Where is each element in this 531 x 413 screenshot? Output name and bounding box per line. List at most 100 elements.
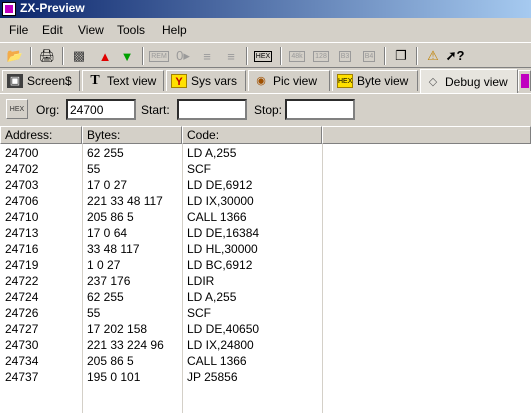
cell-code: SCF (187, 162, 211, 176)
table-row[interactable]: 24737 195 0 101 JP 25856 (0, 369, 531, 385)
stop-label: Stop: (254, 103, 283, 117)
cell-code: LD HL,30000 (187, 242, 258, 256)
table-row[interactable]: 24730 221 33 224 96 LD IX,24800 (0, 337, 531, 353)
cell-bytes: 205 86 5 (87, 210, 134, 224)
start-label: Start: (141, 103, 170, 117)
table-row[interactable]: 24702 55 SCF (0, 161, 531, 177)
table-row[interactable]: 24724 62 255 LD A,255 (0, 289, 531, 305)
cell-bytes: 195 0 101 (87, 370, 141, 384)
cell-address: 24722 (5, 274, 39, 288)
cell-bytes: 221 33 48 117 (87, 194, 163, 208)
b3-button[interactable]: B3 (334, 45, 356, 67)
print-icon[interactable]: 🖨 (36, 45, 58, 67)
cell-address: 24702 (5, 162, 39, 176)
table-row[interactable]: 24727 17 202 158 LD DE,40650 (0, 321, 531, 337)
cell-address: 24726 (5, 306, 39, 320)
cell-address: 24737 (5, 370, 39, 384)
cell-bytes: 55 (87, 162, 101, 176)
screen-icon: ▣ (7, 74, 23, 88)
column-header-code[interactable]: Code: (182, 126, 322, 144)
menu-help[interactable]: Help (162, 23, 187, 37)
toolbar-separator (142, 47, 144, 65)
app-icon[interactable] (2, 2, 16, 16)
table-row[interactable]: 24719 1 0 27 LD BC,6912 (0, 257, 531, 273)
cell-bytes: 62 255 (87, 290, 124, 304)
b4-button[interactable]: B4 (358, 45, 380, 67)
cell-code: LD DE,6912 (187, 178, 253, 192)
align-icon[interactable]: ≡ (220, 45, 242, 67)
cell-code: CALL 1366 (187, 354, 247, 368)
cube-icon[interactable]: ▩ (68, 45, 90, 67)
rom-48k-button[interactable]: 48k (286, 45, 308, 67)
table-row[interactable]: 24713 17 0 64 LD DE,16384 (0, 225, 531, 241)
copy-icon[interactable]: ❐ (390, 45, 412, 67)
org-input[interactable] (66, 99, 136, 120)
toolbar-separator (246, 47, 248, 65)
cell-bytes: 17 0 27 (87, 178, 128, 192)
table-row[interactable]: 24716 33 48 117 LD HL,30000 (0, 241, 531, 257)
tab-pic-view[interactable]: ◉ Pic view (248, 70, 330, 91)
cell-bytes: 1 0 27 (87, 258, 121, 272)
table-row[interactable]: 24726 55 SCF (0, 305, 531, 321)
tab-byte-view[interactable]: HEX Byte view (332, 70, 418, 91)
toolbar-separator (62, 47, 64, 65)
stop-input[interactable] (285, 99, 355, 120)
cell-bytes: 237 176 (87, 274, 131, 288)
org-bar: HEX Org: Start: Stop: (0, 93, 531, 125)
menu-edit[interactable]: Edit (42, 23, 63, 37)
start-input[interactable] (177, 99, 247, 120)
menu-view[interactable]: View (78, 23, 104, 37)
cell-address: 24713 (5, 226, 39, 240)
cell-bytes: 55 (87, 306, 101, 320)
table-row[interactable]: 24700 62 255 LD A,255 (0, 145, 531, 161)
table-row[interactable]: 24703 17 0 27 LD DE,6912 (0, 177, 531, 193)
rom-128-button[interactable]: 128 (310, 45, 332, 67)
cell-code: LD BC,6912 (187, 258, 253, 272)
arrow-up-icon[interactable]: ▲ (94, 45, 116, 67)
menu-file[interactable]: File (9, 23, 28, 37)
cell-bytes: 17 202 158 (87, 322, 148, 336)
cell-address: 24724 (5, 290, 39, 304)
column-header-address[interactable]: Address: (0, 126, 82, 144)
window-title: ZX-Preview (20, 1, 85, 15)
cell-code: LD IX,30000 (187, 194, 254, 208)
rem-button[interactable]: REM (148, 45, 170, 67)
view-tabs: ▣ Screen$ T Text view Y Sys vars ◉ Pic v… (0, 69, 531, 93)
table-row[interactable]: 24706 221 33 48 117 LD IX,30000 (0, 193, 531, 209)
tab-sys-vars[interactable]: Y Sys vars (166, 70, 246, 91)
tab-text-view[interactable]: T Text view (82, 70, 164, 91)
table-row[interactable]: 24734 205 86 5 CALL 1366 (0, 353, 531, 369)
column-header-bytes[interactable]: Bytes: (82, 126, 182, 144)
tab-more[interactable] (518, 70, 531, 91)
arrow-down-icon[interactable]: ▼ (116, 45, 138, 67)
hex-toggle-button[interactable]: HEX (6, 99, 28, 119)
tab-screen[interactable]: ▣ Screen$ (2, 70, 80, 91)
cell-code: LD DE,16384 (187, 226, 260, 240)
toolbar-separator (416, 47, 418, 65)
open-folder-icon[interactable]: 📂 (4, 45, 26, 67)
help-pointer-icon[interactable]: ➚? (444, 45, 466, 67)
column-header-filler (322, 126, 531, 144)
chip-icon: ◇ (428, 75, 438, 88)
cell-bytes: 17 0 64 (87, 226, 128, 240)
cell-code: LDIR (187, 274, 215, 288)
indent-icon[interactable]: ≡ (196, 45, 218, 67)
menu-tools[interactable]: Tools (117, 23, 145, 37)
cell-code: SCF (187, 306, 211, 320)
disassembly-table[interactable]: Address: Bytes: Code: 24700 62 255 LD A,25… (0, 126, 531, 413)
cell-code: LD DE,40650 (187, 322, 260, 336)
sysvars-icon: Y (171, 74, 187, 88)
zero-button-icon[interactable]: 0▸ (172, 45, 194, 67)
title-bar[interactable]: ZX-Preview (0, 0, 531, 18)
cell-bytes: 205 86 5 (87, 354, 134, 368)
table-row[interactable]: 24722 237 176 LDIR (0, 273, 531, 289)
toolbar-separator (30, 47, 32, 65)
cell-code: CALL 1366 (187, 210, 247, 224)
menu-bar: File Edit View Tools Help (0, 20, 531, 40)
table-row[interactable]: 24710 205 86 5 CALL 1366 (0, 209, 531, 225)
tab-debug-view[interactable]: ◇ Debug view (420, 69, 518, 93)
cell-address: 24727 (5, 322, 39, 336)
warning-icon[interactable]: ⚠ (422, 45, 444, 67)
toolbar: 📂 🖨 ▩ ▲ ▼ REM 0▸ ≡ ≡ HEX 48k 128 B3 B4 ❐… (0, 42, 531, 68)
hex-button[interactable]: HEX (252, 45, 274, 67)
